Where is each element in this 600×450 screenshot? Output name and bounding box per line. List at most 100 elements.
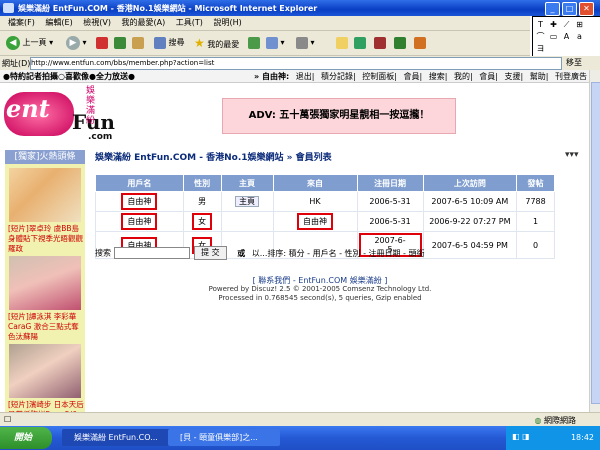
folder-button[interactable] xyxy=(336,35,348,51)
homepage-link[interactable]: 主頁 xyxy=(235,196,260,207)
search-icon xyxy=(154,36,166,49)
zone-indicator: ◍ 網際網路 xyxy=(534,416,576,425)
address-input[interactable]: http://www.entfun.com/bbs/member.php?act… xyxy=(30,57,562,70)
col-username[interactable]: 用戶名 xyxy=(95,174,184,192)
plus-tool-icon[interactable]: ✚ xyxy=(548,19,559,30)
media-button[interactable] xyxy=(248,35,260,51)
collapse-arrows-icon[interactable]: ▾▾▾ xyxy=(565,150,579,160)
home-button[interactable] xyxy=(132,35,144,51)
refresh-icon xyxy=(114,36,126,49)
tool-icon-1 xyxy=(374,36,386,49)
cell-homepage xyxy=(220,211,274,232)
tool-button-1[interactable] xyxy=(374,35,386,51)
menu-help[interactable]: 說明(H) xyxy=(213,16,241,30)
menu-edit[interactable]: 編輯(E) xyxy=(45,16,72,30)
link-support[interactable]: 支援 xyxy=(505,72,521,81)
link-member[interactable]: 會員 xyxy=(479,72,495,81)
user-links: » 自由神: 退出| 積分記錄| 控制面板| 會員| 搜索| 我的| 會員| 支… xyxy=(254,72,587,81)
favorites-button[interactable]: ★ 我的最愛 xyxy=(194,35,239,51)
site-logo[interactable]: ent Fun .com 娛樂滿紛 xyxy=(4,84,132,152)
tool-icon-3 xyxy=(414,36,426,49)
col-regdate[interactable]: 注冊日期 xyxy=(356,174,424,192)
logo-text-com: .com xyxy=(88,132,113,142)
top-marquee: ●特約記者拍攝○喜歡像●全力放送● xyxy=(3,72,135,81)
link-credits[interactable]: 積分記錄 xyxy=(321,72,353,81)
search-input[interactable] xyxy=(113,247,190,259)
menu-tools[interactable]: 工具(T) xyxy=(176,16,203,30)
address-label: 網址(D) xyxy=(2,59,31,68)
taskbar-item-forum[interactable]: [貝 - 頤童俱樂部]之... xyxy=(168,429,280,446)
close-button[interactable]: ✕ xyxy=(579,2,594,16)
headline-caption-2[interactable]: [短片]譚泳淇 李彩華 CaraG 激合三點式奪色汰蘇陽 xyxy=(8,312,84,342)
text-tool-icon[interactable]: T xyxy=(535,19,546,30)
taskbar-item-ie[interactable]: 娛樂滿紛 EntFun.CO... xyxy=(62,429,174,446)
logo-tagline: 娛樂滿紛 xyxy=(86,86,96,126)
cell-username[interactable]: 自由神 xyxy=(95,211,184,232)
menu-bar: 檔案(F) 編輯(E) 檢視(V) 我的最愛(A) 工具(T) 說明(H) xyxy=(0,16,530,31)
headline-caption-3[interactable]: [短片]濱崎步 日本天后吊帶低胸拼Fans 5/6 xyxy=(8,400,84,412)
menu-view[interactable]: 檢視(V) xyxy=(83,16,111,30)
tool-button-2[interactable] xyxy=(394,35,406,51)
font-large-icon[interactable]: A xyxy=(561,31,572,42)
link-logout[interactable]: 退出 xyxy=(296,72,312,81)
user-label: » 自由神: xyxy=(254,72,290,81)
page-icon: ☐ xyxy=(4,415,12,424)
footer-contact[interactable]: [ 聯系我們 - EntFun.COM 娛樂滿紛 ] xyxy=(200,276,440,285)
mail-button[interactable]: ▾ xyxy=(266,35,285,51)
link-help[interactable]: 幫助 xyxy=(530,72,546,81)
page-title: 娛樂滿紛 EntFun.COM - 香港No.1娛樂網站 » 會員列表 xyxy=(95,153,332,163)
tool-button-3[interactable] xyxy=(414,35,426,51)
taskbar: 開始 娛樂滿紛 EntFun.CO... [貝 - 頤童俱樂部]之... ◧ ◨… xyxy=(0,426,600,450)
font-small-icon[interactable]: a xyxy=(574,31,585,42)
ad-banner[interactable]: ADV: 五十萬張獨家明星靚相一按逗攏！ xyxy=(222,98,456,134)
print-button[interactable]: ▾ xyxy=(296,35,315,51)
grid-tool-icon[interactable]: ⊞ xyxy=(574,19,585,30)
mail-icon xyxy=(266,36,278,49)
cell-lastvisit: 2007-6-5 04:59 PM xyxy=(422,231,518,259)
cell-username[interactable]: 自由神 xyxy=(95,191,184,212)
back-button[interactable]: ◀ 上一頁 ▾ xyxy=(6,35,53,51)
scrollbar-thumb[interactable] xyxy=(591,82,600,404)
menu-file[interactable]: 檔案(F) xyxy=(8,16,35,30)
refresh-button[interactable] xyxy=(114,35,126,51)
breadcrumb: 娛樂滿紛 EntFun.COM - 香港No.1娛樂網站 » 會員列表 ▾▾▾ xyxy=(95,150,579,163)
vertical-scrollbar[interactable] xyxy=(589,70,600,412)
window-title-bar[interactable]: 娛樂滿紛 EntFun.COM - 香港No.1娛樂網站 - Microsoft… xyxy=(0,0,600,16)
table-row: 自由神 女 自由神 2006-5-31 2006-9-22 07:27 PM 1 xyxy=(95,211,555,232)
rect-tool-icon[interactable]: ▭ xyxy=(548,31,559,42)
cell-regdate: 2006-5-31 xyxy=(356,191,424,212)
cell-gender: 男 xyxy=(182,191,222,212)
link-advertise[interactable]: 刊登廣告 xyxy=(555,72,587,81)
link-members[interactable]: 會員 xyxy=(404,72,420,81)
or-label: 或 xyxy=(237,248,246,258)
maximize-button[interactable]: □ xyxy=(562,2,577,16)
arc-tool-icon[interactable]: ⌒ xyxy=(535,31,546,42)
start-button[interactable]: 開始 xyxy=(0,427,52,449)
forward-button[interactable]: ▶ ▾ xyxy=(66,35,87,51)
sort-links[interactable]: 以...排序: 積分 - 用戶名 - 性別 - 注冊日期 - 頭銜 xyxy=(252,249,425,258)
go-button[interactable]: 移至 xyxy=(566,57,596,69)
folder-icon xyxy=(336,36,348,49)
stop-button[interactable] xyxy=(96,35,108,51)
menu-favorites[interactable]: 我的最愛(A) xyxy=(122,16,166,30)
search-button[interactable]: 搜尋 xyxy=(154,35,185,51)
headline-caption-1[interactable]: [短片]翠卓玲 虞BB島身體貼下視季光晤觀觀羅政 xyxy=(8,224,84,254)
link-search[interactable]: 搜索 xyxy=(429,72,445,81)
col-gender[interactable]: 性別 xyxy=(182,174,222,192)
messenger-button[interactable] xyxy=(354,35,366,51)
minimize-button[interactable]: _ xyxy=(545,2,560,16)
glyph-tool-icon[interactable]: ヨ xyxy=(535,43,546,54)
headline-photo-3[interactable] xyxy=(9,344,81,398)
clock[interactable]: 18:42 xyxy=(571,433,594,442)
link-control-panel[interactable]: 控制面板 xyxy=(362,72,394,81)
link-mine[interactable]: 我的 xyxy=(454,72,470,81)
cell-regdate: 2006-5-31 xyxy=(356,211,424,232)
submit-button[interactable]: 提 交 xyxy=(194,246,227,260)
line-tool-icon[interactable]: ⟋ xyxy=(561,19,572,30)
cell-posts: 0 xyxy=(516,231,555,259)
cell-posts: 1 xyxy=(516,211,555,232)
tray-icons[interactable]: ◧ ◨ xyxy=(512,432,530,441)
back-arrow-icon: ◀ xyxy=(6,35,20,50)
headline-photo-2[interactable] xyxy=(9,256,81,310)
headline-photo-1[interactable] xyxy=(9,168,81,222)
